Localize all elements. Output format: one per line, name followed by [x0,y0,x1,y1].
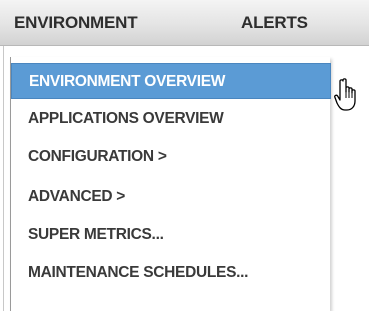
menu-item-environment-overview[interactable]: ENVIRONMENT OVERVIEW [11,63,331,99]
menu-alerts[interactable]: ALERTS [241,13,308,33]
menu-item-advanced[interactable]: ADVANCED > [11,179,331,215]
top-menu-bar: ENVIRONMENT ALERTS [0,0,369,46]
menu-item-super-metrics[interactable]: SUPER METRICS... [11,217,331,253]
menu-item-configuration[interactable]: CONFIGURATION > [11,139,331,175]
screen: ENVIRONMENT ALERTS ENVIRONMENT OVERVIEW … [0,0,369,311]
menu-environment[interactable]: ENVIRONMENT [14,13,138,33]
menu-item-applications-overview[interactable]: APPLICATIONS OVERVIEW [11,101,331,137]
left-divider [3,46,4,311]
environment-dropdown-menu: ENVIRONMENT OVERVIEW APPLICATIONS OVERVI… [10,57,331,311]
menu-item-maintenance-schedules[interactable]: MAINTENANCE SCHEDULES... [11,255,331,291]
hand-pointer-icon [334,78,356,111]
